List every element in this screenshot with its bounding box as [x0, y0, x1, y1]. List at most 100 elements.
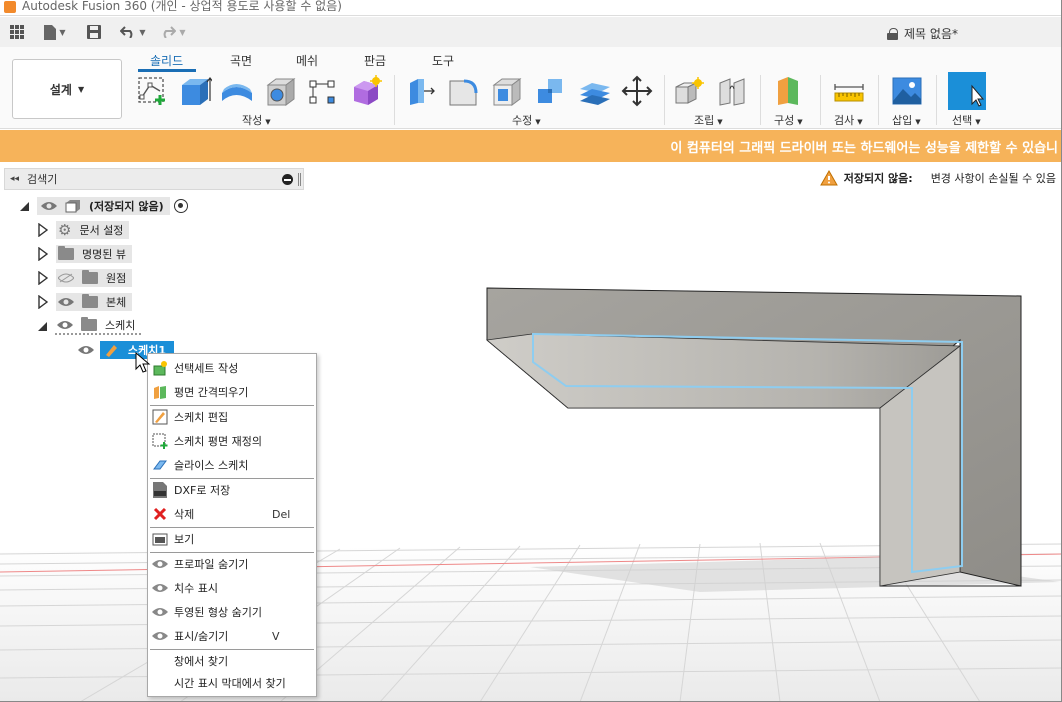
menu-item-save-as-dxf[interactable]: DXF로 저장	[148, 479, 316, 501]
workspace-switcher-button[interactable]: 설계 ▼	[12, 59, 122, 119]
document-settings-node[interactable]: ⚙ 문서 설정	[56, 221, 130, 239]
eye-icon[interactable]	[57, 320, 73, 330]
expand-triangle-icon[interactable]	[38, 295, 48, 309]
assemble-group-label: 조립	[694, 114, 715, 127]
assemble-group-menu[interactable]: 조립 ▼	[694, 112, 723, 128]
selection-set-icon	[152, 360, 168, 376]
hole-button[interactable]	[264, 75, 298, 107]
rectangular-pattern-button[interactable]	[306, 75, 340, 107]
joint-icon	[719, 78, 745, 106]
combine-button[interactable]	[534, 75, 568, 107]
menu-item-find-in-window[interactable]: 창에서 찾기	[148, 650, 316, 672]
expand-triangle-icon[interactable]	[38, 271, 48, 285]
eye-icon	[152, 580, 168, 596]
l-bracket-body[interactable]	[486, 287, 1022, 587]
menu-item-hide-projected-geometry[interactable]: 투영된 형상 숨기기	[148, 601, 316, 623]
banner-text: 이 컴퓨터의 그래픽 드라이버 또는 하드웨어는 성능을 제한할 수 있습니	[670, 141, 1058, 156]
tree-item-label: 명명된 뷰	[82, 248, 126, 261]
menu-item-redefine-sketch-plane[interactable]: 스케치 평면 재정의	[148, 430, 316, 452]
construct-group-menu[interactable]: 구성 ▼	[774, 112, 803, 128]
tree-item-document-settings[interactable]: ⚙ 문서 설정	[38, 220, 130, 240]
file-menu-button[interactable]: ▼	[40, 22, 70, 42]
menu-item-create-selection-set[interactable]: 선택세트 작성	[148, 357, 316, 379]
press-pull-button[interactable]	[404, 75, 438, 107]
tree-item-bodies[interactable]: 본체	[38, 292, 133, 312]
eye-icon[interactable]	[41, 201, 57, 211]
shell-button[interactable]	[490, 75, 524, 107]
move-copy-button[interactable]	[620, 75, 654, 107]
component-icon	[65, 200, 80, 213]
bodies-node[interactable]: 본체	[56, 293, 133, 311]
create-sketch-button[interactable]	[136, 75, 170, 107]
expand-triangle-icon[interactable]	[38, 247, 48, 261]
save-button[interactable]	[86, 22, 102, 42]
browser-panel-header[interactable]: ◂◂ 검색기	[4, 168, 304, 190]
activate-component-icon[interactable]	[173, 199, 188, 213]
sketches-node[interactable]: 스케치	[55, 317, 142, 335]
named-views-node[interactable]: 명명된 뷰	[56, 245, 132, 263]
expand-triangle-icon[interactable]	[20, 201, 29, 211]
tree-item-sketches[interactable]: 스케치	[38, 316, 142, 336]
modify-group-menu[interactable]: 수정 ▼	[512, 112, 541, 128]
eye-icon	[152, 556, 168, 572]
menu-item-label: 스케치 편집	[174, 411, 229, 424]
insert-group-menu[interactable]: 삽입 ▼	[892, 112, 921, 128]
expand-triangle-icon[interactable]	[38, 321, 47, 331]
menu-item-label: 투영된 형상 숨기기	[174, 606, 262, 619]
insert-group-label: 삽입	[892, 114, 913, 127]
undo-button[interactable]: ▼	[118, 22, 148, 42]
offset-face-button[interactable]	[578, 75, 612, 107]
select-button[interactable]	[948, 72, 986, 110]
collapse-browser-icon[interactable]: ◂◂	[10, 174, 19, 184]
origin-node[interactable]: 원점	[56, 269, 133, 287]
new-component-button[interactable]	[672, 75, 706, 107]
grid-icon[interactable]	[8, 22, 26, 42]
tab-tools[interactable]: 도구	[432, 52, 454, 69]
resize-grip-icon[interactable]	[298, 173, 301, 186]
menu-item-show-hide[interactable]: 표시/숨기기 V	[148, 625, 316, 647]
redo-button[interactable]: ▼	[158, 22, 188, 42]
combine-icon	[538, 79, 562, 103]
hole-icon	[266, 78, 296, 106]
title-bar: Autodesk Fusion 360 (개인 - 상업적 용도로 사용할 수 …	[0, 0, 1062, 16]
tree-item-named-views[interactable]: 명명된 뷰	[38, 244, 132, 264]
document-title[interactable]: 제목 없음*	[887, 25, 958, 42]
menu-item-find-in-timeline[interactable]: 시간 표시 막대에서 찾기	[148, 672, 316, 694]
eye-icon[interactable]	[58, 297, 74, 307]
tree-item-origin[interactable]: 원점	[38, 268, 133, 288]
menu-item-offset-plane[interactable]: 평면 간격띄우기	[148, 381, 316, 403]
measure-button[interactable]	[832, 75, 866, 107]
insert-image-button[interactable]	[890, 75, 924, 107]
folder-icon	[81, 317, 97, 331]
extrude-icon	[182, 77, 214, 105]
create-group-menu[interactable]: 작성 ▼	[242, 112, 271, 128]
eye-hidden-icon[interactable]	[58, 273, 74, 283]
revolve-button[interactable]	[220, 75, 254, 107]
tree-root[interactable]: (저장되지 않음)	[20, 196, 188, 216]
menu-item-hide-profile[interactable]: 프로파일 숨기기	[148, 553, 316, 575]
menu-item-delete[interactable]: 삭제 Del	[148, 503, 316, 525]
tab-surface[interactable]: 곡면	[230, 52, 252, 69]
tab-sheet-metal[interactable]: 판금	[364, 52, 386, 69]
menu-item-look-at[interactable]: 보기	[148, 528, 316, 550]
extrude-button[interactable]	[178, 75, 214, 107]
construct-group-label: 구성	[774, 114, 795, 127]
eye-icon[interactable]	[78, 345, 94, 355]
minimize-browser-icon[interactable]	[282, 174, 293, 185]
joint-button[interactable]	[716, 75, 750, 107]
menu-item-edit-sketch[interactable]: 스케치 편집	[148, 406, 316, 428]
expand-triangle-icon[interactable]	[38, 223, 48, 237]
menu-item-show-dimensions[interactable]: 치수 표시	[148, 577, 316, 599]
menu-item-label: 선택세트 작성	[174, 362, 239, 375]
create-form-button[interactable]	[350, 75, 384, 107]
tab-solid[interactable]: 솔리드	[150, 52, 183, 69]
menu-item-slice-sketch[interactable]: 슬라이스 스케치	[148, 454, 316, 476]
construct-plane-button[interactable]	[772, 75, 806, 107]
tree-item-label: 문서 설정	[79, 224, 124, 237]
inspect-group-menu[interactable]: 검사 ▼	[834, 112, 863, 128]
context-menu: 선택세트 작성 평면 간격띄우기 스케치 편집 스케치 평면 재정의 슬라이스 …	[147, 353, 317, 697]
tab-mesh[interactable]: 메쉬	[296, 52, 318, 69]
select-group-menu[interactable]: 선택 ▼	[952, 112, 981, 128]
root-node[interactable]: (저장되지 않음)	[37, 197, 170, 215]
fillet-button[interactable]	[446, 75, 480, 107]
